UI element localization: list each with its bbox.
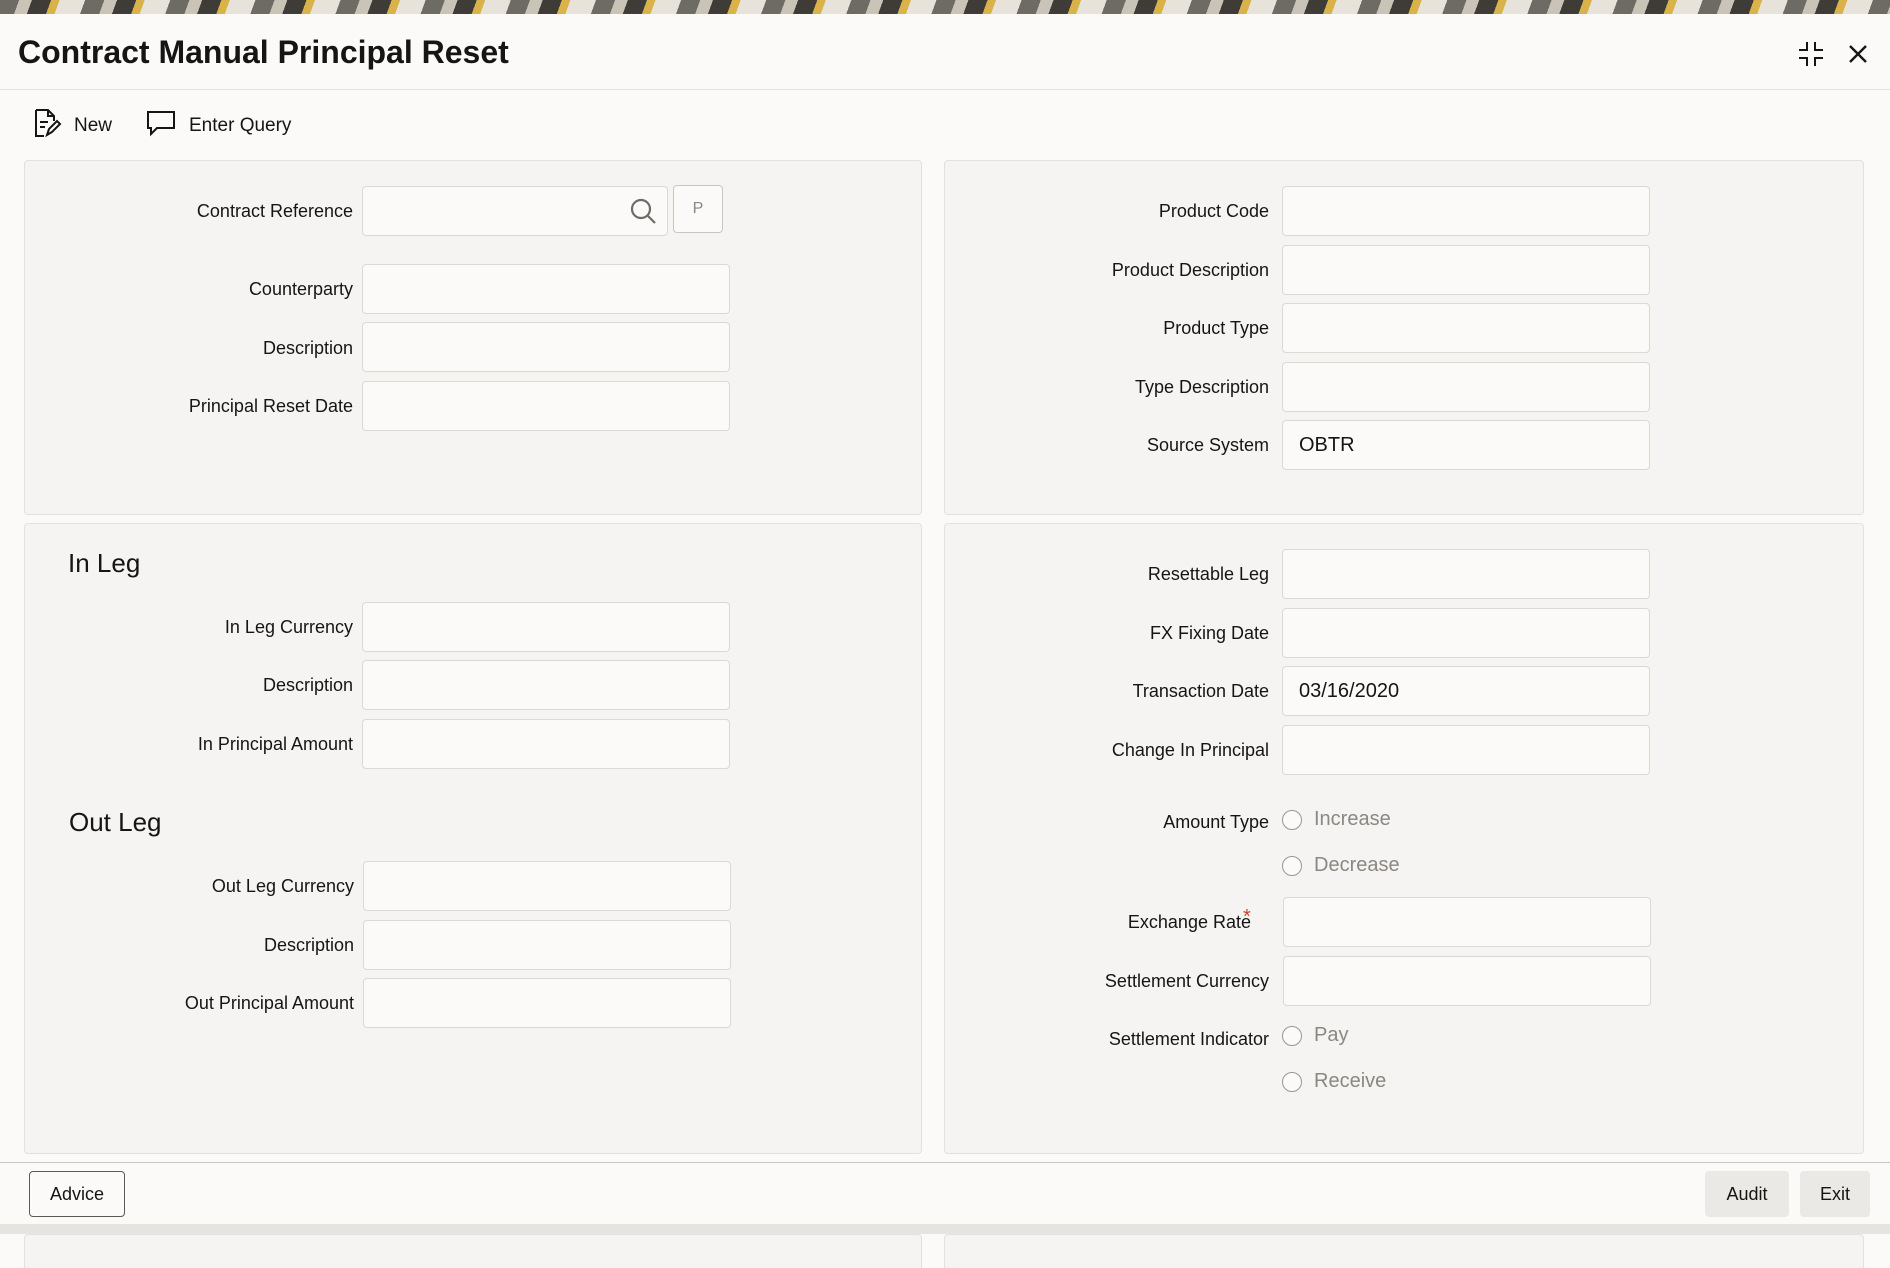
top-banner xyxy=(0,0,1890,14)
lower-panel-left xyxy=(24,1234,922,1268)
out-principal-amount-label: Out Principal Amount xyxy=(184,993,354,1013)
transaction-date-label: Transaction Date xyxy=(1132,681,1269,701)
new-label: New xyxy=(74,115,113,136)
out-principal-amount-input[interactable] xyxy=(363,978,731,1028)
required-marker: * xyxy=(1243,906,1251,928)
speech-bubble-icon xyxy=(145,107,189,145)
radio-circle xyxy=(1282,809,1302,830)
type-description-label: Type Description xyxy=(1134,377,1269,397)
out-leg-description-label: Description xyxy=(263,935,354,955)
title-bar: Contract Manual Principal Reset xyxy=(0,14,1890,90)
toolbar: New Enter Query xyxy=(0,100,1890,154)
in-leg-description-input[interactable] xyxy=(362,660,730,710)
exit-button[interactable]: Exit xyxy=(1800,1171,1870,1217)
in-principal-amount-label: In Principal Amount xyxy=(197,734,353,754)
in-principal-amount-input[interactable] xyxy=(362,719,730,769)
bottom-strip xyxy=(0,1224,1890,1234)
counterparty-label: Counterparty xyxy=(248,279,353,299)
product-panel: Product Code Product Description Product… xyxy=(944,160,1864,515)
in-leg-title: In Leg xyxy=(68,548,141,578)
radio-circle xyxy=(1282,855,1302,876)
collapse-icon xyxy=(1793,42,1829,76)
exchange-rate-label: Exchange Rate xyxy=(1127,912,1251,932)
new-document-icon xyxy=(30,107,74,145)
out-leg-currency-input[interactable] xyxy=(363,861,731,911)
product-code-input[interactable] xyxy=(1282,186,1650,236)
advice-button[interactable]: Advice xyxy=(29,1171,125,1217)
search-icon xyxy=(628,198,658,230)
description-label: Description xyxy=(262,338,353,358)
legs-panel: In Leg In Leg Currency Description In Pr… xyxy=(24,523,922,1154)
out-leg-description-input[interactable] xyxy=(363,920,731,970)
p-button[interactable]: P xyxy=(673,185,723,233)
resettable-leg-input[interactable] xyxy=(1282,549,1650,599)
product-description-label: Product Description xyxy=(1111,260,1269,280)
page-title: Contract Manual Principal Reset xyxy=(18,34,509,70)
receive-option-label: Receive xyxy=(1314,1070,1387,1092)
contract-header-panel: Contract Reference P Counterparty Descri… xyxy=(24,160,922,515)
change-in-principal-input[interactable] xyxy=(1282,725,1650,775)
in-leg-description-label: Description xyxy=(262,675,353,695)
type-description-input[interactable] xyxy=(1282,362,1650,412)
settlement-indicator-receive-radio[interactable]: Receive xyxy=(1282,1070,1386,1093)
product-description-input[interactable] xyxy=(1282,245,1650,295)
contract-reference-input[interactable] xyxy=(362,186,668,236)
resettable-leg-label: Resettable Leg xyxy=(1147,564,1269,584)
footer-bar: Advice Audit Exit xyxy=(0,1162,1890,1224)
new-button[interactable]: New xyxy=(30,108,112,144)
close-button[interactable] xyxy=(1840,36,1876,72)
in-leg-currency-input[interactable] xyxy=(362,602,730,652)
principal-reset-date-input[interactable] xyxy=(362,381,730,431)
fx-fixing-date-input[interactable] xyxy=(1282,608,1650,658)
exchange-rate-input[interactable] xyxy=(1283,897,1651,947)
search-button[interactable] xyxy=(628,196,658,226)
amount-type-label: Amount Type xyxy=(1163,812,1269,832)
enter-query-button[interactable]: Enter Query xyxy=(145,108,291,144)
audit-button[interactable]: Audit xyxy=(1705,1171,1789,1217)
enter-query-label: Enter Query xyxy=(189,115,292,136)
contract-reference-label: Contract Reference xyxy=(196,201,353,221)
settlement-currency-input[interactable] xyxy=(1283,956,1651,1006)
radio-circle xyxy=(1282,1071,1302,1092)
out-leg-currency-label: Out Leg Currency xyxy=(211,876,354,896)
principal-reset-date-label: Principal Reset Date xyxy=(188,396,353,416)
product-type-input[interactable] xyxy=(1282,303,1650,353)
decrease-option-label: Decrease xyxy=(1314,854,1400,876)
increase-option-label: Increase xyxy=(1314,808,1391,830)
source-system-input[interactable]: OBTR xyxy=(1282,420,1650,470)
out-leg-title: Out Leg xyxy=(69,807,162,837)
description-input[interactable] xyxy=(362,322,730,372)
lower-panel-right xyxy=(944,1234,1864,1268)
source-system-label: Source System xyxy=(1146,435,1269,455)
settlement-indicator-pay-radio[interactable]: Pay xyxy=(1282,1024,1348,1047)
counterparty-input[interactable] xyxy=(362,264,730,314)
collapse-button[interactable] xyxy=(1793,36,1829,72)
close-icon xyxy=(1840,45,1876,76)
settlement-currency-label: Settlement Currency xyxy=(1104,971,1269,991)
transaction-date-input[interactable]: 03/16/2020 xyxy=(1282,666,1650,716)
amount-type-decrease-radio[interactable]: Decrease xyxy=(1282,854,1400,877)
amount-type-increase-radio[interactable]: Increase xyxy=(1282,808,1391,831)
in-leg-currency-label: In Leg Currency xyxy=(224,617,353,637)
settlement-indicator-label: Settlement Indicator xyxy=(1108,1029,1269,1049)
reset-details-panel: Resettable Leg FX Fixing Date Transactio… xyxy=(944,523,1864,1154)
product-code-label: Product Code xyxy=(1158,201,1269,221)
product-type-label: Product Type xyxy=(1163,318,1269,338)
fx-fixing-date-label: FX Fixing Date xyxy=(1149,623,1269,643)
change-in-principal-label: Change In Principal xyxy=(1111,740,1269,760)
radio-circle xyxy=(1282,1025,1302,1046)
pay-option-label: Pay xyxy=(1314,1024,1349,1046)
